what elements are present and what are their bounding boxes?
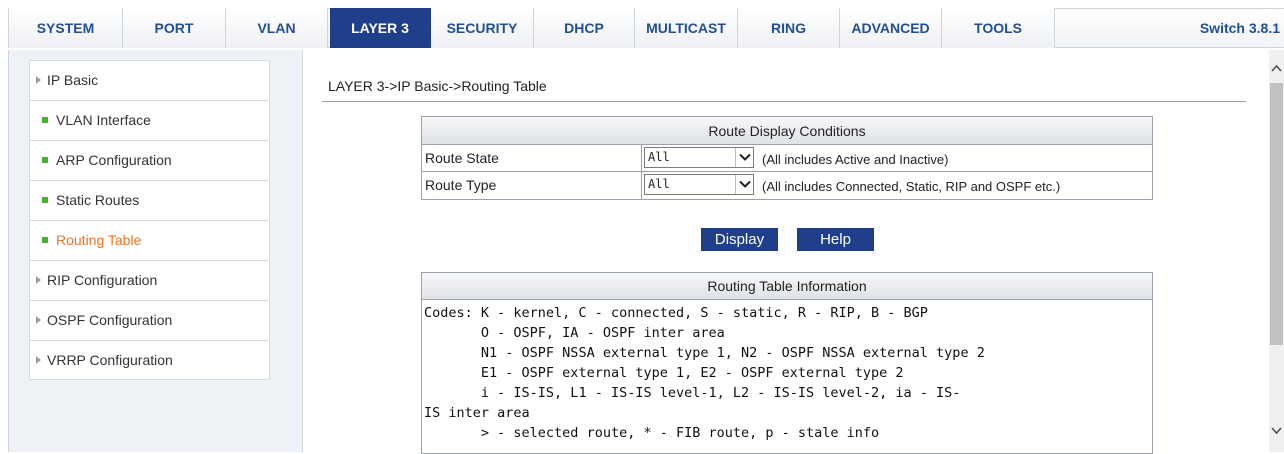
main-content: LAYER 3->IP Basic->Routing Table Route D… [304, 50, 1269, 454]
vertical-scrollbar[interactable] [1269, 50, 1284, 452]
tab-advanced[interactable]: ADVANCED [840, 8, 942, 48]
sidebar: IP Basic VLAN Interface ARP Configuratio… [8, 50, 303, 452]
sidebar-item-label: Routing Table [56, 232, 142, 248]
route-display-conditions-table: Route Display Conditions Route State All… [421, 116, 1153, 200]
sidebar-item-label: VRRP Configuration [47, 352, 173, 368]
top-navigation-bar: SYSTEM PORT VLAN LAYER 3 SECURITY DHCP M… [0, 0, 1284, 50]
caret-right-icon [36, 356, 41, 364]
caret-right-icon [36, 76, 41, 84]
caret-right-icon [36, 276, 41, 284]
sidebar-item-static-routes[interactable]: Static Routes [29, 180, 270, 220]
sidebar-item-label: Static Routes [56, 192, 140, 208]
tab-layer3[interactable]: LAYER 3 [330, 8, 431, 48]
sidebar-item-label: RIP Configuration [47, 272, 158, 288]
scroll-up-arrow-icon[interactable] [1269, 60, 1284, 77]
route-state-note: (All includes Active and Inactive) [762, 152, 949, 167]
route-type-note: (All includes Connected, Static, RIP and… [762, 179, 1061, 194]
info-header: Routing Table Information [422, 273, 1152, 300]
route-state-select[interactable]: All [644, 147, 754, 168]
chevron-down-icon [735, 175, 753, 194]
version-label: Switch 3.8.1 [1199, 20, 1280, 36]
sidebar-item-vlan-interface[interactable]: VLAN Interface [29, 100, 270, 140]
route-type-select[interactable]: All [644, 174, 754, 195]
tab-system[interactable]: SYSTEM [9, 8, 123, 48]
tab-dhcp[interactable]: DHCP [534, 8, 635, 48]
bullet-icon [42, 117, 48, 123]
bullet-icon [42, 237, 48, 243]
route-state-value: All [648, 150, 670, 164]
chevron-down-icon [735, 148, 753, 167]
divider [322, 101, 1246, 102]
sidebar-item-routing-table[interactable]: Routing Table [29, 220, 270, 260]
column-divider [641, 172, 642, 199]
sidebar-item-vrrp-configuration[interactable]: VRRP Configuration [29, 340, 270, 380]
conditions-header: Route Display Conditions [422, 117, 1152, 145]
sidebar-item-rip-configuration[interactable]: RIP Configuration [29, 260, 270, 300]
sidebar-item-label: ARP Configuration [56, 152, 172, 168]
tab-tools[interactable]: TOOLS [942, 8, 1055, 48]
bullet-icon [42, 197, 48, 203]
routing-table-text: Codes: K - kernel, C - connected, S - st… [424, 305, 985, 441]
sidebar-item-ip-basic[interactable]: IP Basic [29, 60, 270, 100]
tab-security[interactable]: SECURITY [431, 8, 534, 48]
route-type-row: Route Type All (All includes Connected, … [422, 172, 1152, 199]
sidebar-item-ospf-configuration[interactable]: OSPF Configuration [29, 300, 270, 340]
sidebar-menu: IP Basic VLAN Interface ARP Configuratio… [29, 60, 270, 380]
bullet-icon [42, 157, 48, 163]
routing-table-information: Routing Table Information Codes: K - ker… [421, 272, 1153, 454]
help-button[interactable]: Help [797, 228, 874, 251]
caret-right-icon [36, 316, 41, 324]
scroll-thumb[interactable] [1270, 83, 1283, 345]
sidebar-item-arp-configuration[interactable]: ARP Configuration [29, 140, 270, 180]
display-button[interactable]: Display [701, 228, 778, 251]
breadcrumb: LAYER 3->IP Basic->Routing Table [328, 78, 547, 94]
scroll-down-arrow-icon[interactable] [1269, 422, 1284, 439]
sidebar-item-label: IP Basic [47, 72, 99, 88]
sidebar-item-label: VLAN Interface [56, 112, 151, 128]
sidebar-item-label: OSPF Configuration [47, 312, 173, 328]
route-state-label: Route State [425, 150, 499, 166]
tab-vlan[interactable]: VLAN [226, 8, 328, 48]
tab-port[interactable]: PORT [123, 8, 226, 48]
tab-ring[interactable]: RING [738, 8, 840, 48]
tab-multicast[interactable]: MULTICAST [635, 8, 738, 48]
column-divider [641, 145, 642, 172]
route-type-label: Route Type [425, 177, 497, 193]
route-state-row: Route State All (All includes Active and… [422, 145, 1152, 172]
route-type-value: All [648, 177, 670, 191]
